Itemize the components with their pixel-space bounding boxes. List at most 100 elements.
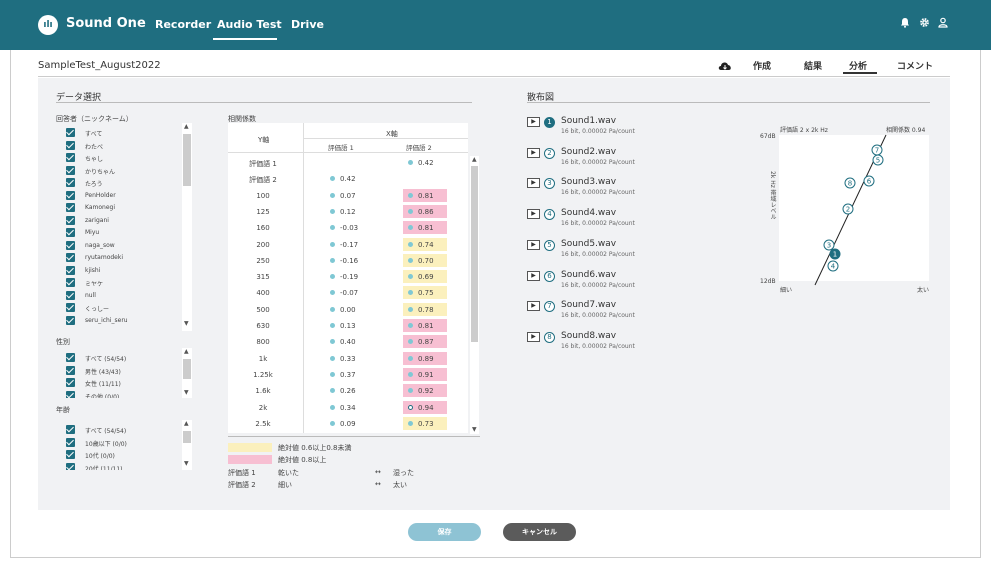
nav-recorder[interactable]: Recorder	[155, 18, 211, 31]
correlation-value[interactable]: 0.70	[418, 257, 434, 265]
correlation-value[interactable]: 0.07	[340, 192, 356, 200]
scroll-up-icon[interactable]: ▲	[184, 123, 189, 130]
correlation-value[interactable]: 0.09	[340, 420, 356, 428]
respondents-checkbox[interactable]	[66, 215, 75, 225]
scroll-up-icon[interactable]: ▲	[184, 420, 189, 427]
correlation-value[interactable]: 0.91	[418, 371, 434, 379]
gender-checkbox[interactable]	[66, 390, 75, 398]
gender-checkbox[interactable]	[66, 353, 75, 362]
sound-file-name[interactable]: Sound5.wav	[561, 239, 616, 249]
respondents-checkbox[interactable]	[66, 190, 75, 200]
sound-number-badge[interactable]: 6	[544, 270, 555, 282]
play-icon[interactable]: ▶	[527, 117, 540, 127]
correlation-scroll-thumb[interactable]	[471, 166, 478, 342]
age-checkbox[interactable]	[66, 437, 75, 447]
respondents-checkbox[interactable]	[66, 178, 75, 187]
correlation-value[interactable]: 0.00	[340, 306, 356, 314]
scroll-up-icon[interactable]: ▲	[472, 156, 477, 163]
correlation-value[interactable]: 0.86	[418, 208, 434, 216]
correlation-value[interactable]: 0.94	[418, 404, 434, 412]
correlation-value[interactable]: 0.81	[418, 224, 434, 232]
scatter-point-1[interactable]: 1	[829, 248, 841, 260]
sound-file-name[interactable]: Sound1.wav	[561, 116, 616, 126]
scroll-down-icon[interactable]: ▼	[184, 389, 189, 396]
sound-file-name[interactable]: Sound4.wav	[561, 208, 616, 218]
age-checkbox[interactable]	[66, 425, 75, 434]
respondents-checkbox[interactable]	[66, 278, 75, 287]
respondents-scroll-thumb[interactable]	[183, 134, 191, 186]
respondents-checkbox[interactable]	[66, 240, 75, 250]
brand-name[interactable]: Sound One	[66, 16, 146, 31]
play-icon[interactable]: ▶	[527, 147, 540, 158]
nav-drive[interactable]: Drive	[291, 18, 324, 31]
correlation-value[interactable]: 0.40	[340, 338, 356, 346]
scatter-point-4[interactable]: 4	[827, 260, 839, 272]
scatter-point-7[interactable]: 7	[871, 144, 883, 156]
correlation-value[interactable]: 0.81	[418, 322, 434, 330]
correlation-value[interactable]: 0.26	[340, 387, 356, 395]
sound-number-badge[interactable]: 1	[544, 117, 555, 128]
scatter-point-8[interactable]: 8	[844, 177, 856, 189]
tab-analysis[interactable]: 分析	[849, 59, 867, 72]
scatter-point-6[interactable]: 6	[863, 175, 875, 187]
correlation-value[interactable]: 0.89	[418, 355, 434, 363]
tab-create[interactable]: 作成	[753, 59, 771, 72]
correlation-value[interactable]: 0.87	[418, 338, 434, 346]
gender-list[interactable]: すべて (54/54) 男性 (43/43) 女性 (11/11) その他 (0/0)	[56, 348, 194, 398]
respondents-checkbox[interactable]	[66, 140, 75, 150]
sound-number-badge[interactable]: 2	[544, 147, 555, 159]
correlation-value[interactable]: 0.81	[418, 192, 434, 200]
sound-file-name[interactable]: Sound7.wav	[561, 300, 616, 310]
play-icon[interactable]: ▶	[527, 331, 540, 342]
correlation-value[interactable]: 0.42	[340, 175, 356, 183]
gender-checkbox[interactable]	[66, 378, 75, 387]
respondents-checkbox[interactable]	[66, 315, 75, 325]
correlation-value[interactable]: 0.37	[340, 371, 356, 379]
gender-scroll-thumb[interactable]	[183, 359, 191, 379]
sound-number-badge[interactable]: 8	[544, 331, 555, 343]
sound-number-badge[interactable]: 5	[544, 239, 555, 251]
sound-file-name[interactable]: Sound8.wav	[561, 331, 616, 341]
correlation-value[interactable]: -0.17	[340, 241, 358, 249]
age-scroll-thumb[interactable]	[183, 431, 191, 443]
age-checkbox[interactable]	[66, 462, 75, 470]
correlation-value[interactable]: 0.92	[418, 387, 434, 395]
respondents-checkbox[interactable]	[66, 165, 75, 175]
respondents-checkbox[interactable]	[66, 303, 75, 312]
sound-file-name[interactable]: Sound6.wav	[561, 270, 616, 280]
scroll-down-icon[interactable]: ▼	[184, 320, 189, 327]
correlation-value[interactable]: 0.12	[340, 208, 356, 216]
scatter-point-5[interactable]: 5	[872, 154, 884, 166]
bell-icon[interactable]	[900, 17, 910, 31]
play-icon[interactable]: ▶	[527, 178, 540, 189]
tab-comment[interactable]: コメント	[897, 59, 933, 72]
respondents-checkbox[interactable]	[66, 290, 75, 300]
correlation-value[interactable]: -0.03	[340, 224, 358, 232]
correlation-value[interactable]: 0.75	[418, 289, 434, 297]
respondents-checkbox[interactable]	[66, 203, 75, 212]
sound-file-name[interactable]: Sound3.wav	[561, 177, 616, 187]
scroll-down-icon[interactable]: ▼	[184, 460, 189, 467]
play-icon[interactable]: ▶	[527, 209, 540, 220]
play-icon[interactable]: ▶	[527, 239, 540, 250]
sound-one-logo-icon[interactable]: ılı	[38, 15, 58, 35]
play-icon[interactable]: ▶	[527, 301, 540, 312]
gender-checkbox[interactable]	[66, 365, 75, 375]
respondents-list[interactable]: すべて わたべ ちゃし かりちゃん たろう PenHolder Kamonegi zariga…	[56, 123, 194, 331]
respondents-checkbox[interactable]	[66, 265, 75, 275]
respondents-checkbox[interactable]	[66, 228, 75, 237]
user-icon[interactable]	[938, 17, 948, 31]
correlation-value[interactable]: 0.33	[340, 355, 356, 363]
scroll-up-icon[interactable]: ▲	[184, 348, 189, 355]
respondents-checkbox[interactable]	[66, 128, 75, 137]
save-button[interactable]: 保存	[408, 523, 481, 541]
sound-file-name[interactable]: Sound2.wav	[561, 147, 616, 157]
age-list[interactable]: すべて (54/54) 10歳以下 (0/0) 10代 (0/0) 20代 (11/1…	[56, 420, 194, 470]
respondents-checkbox[interactable]	[66, 153, 75, 162]
scatter-point-3[interactable]: 3	[823, 239, 835, 251]
correlation-value[interactable]: 0.74	[418, 241, 434, 249]
correlation-value[interactable]: 0.69	[418, 273, 434, 281]
gear-icon[interactable]	[919, 17, 930, 31]
correlation-value[interactable]: -0.07	[340, 289, 358, 297]
correlation-value[interactable]: 0.78	[418, 306, 434, 314]
